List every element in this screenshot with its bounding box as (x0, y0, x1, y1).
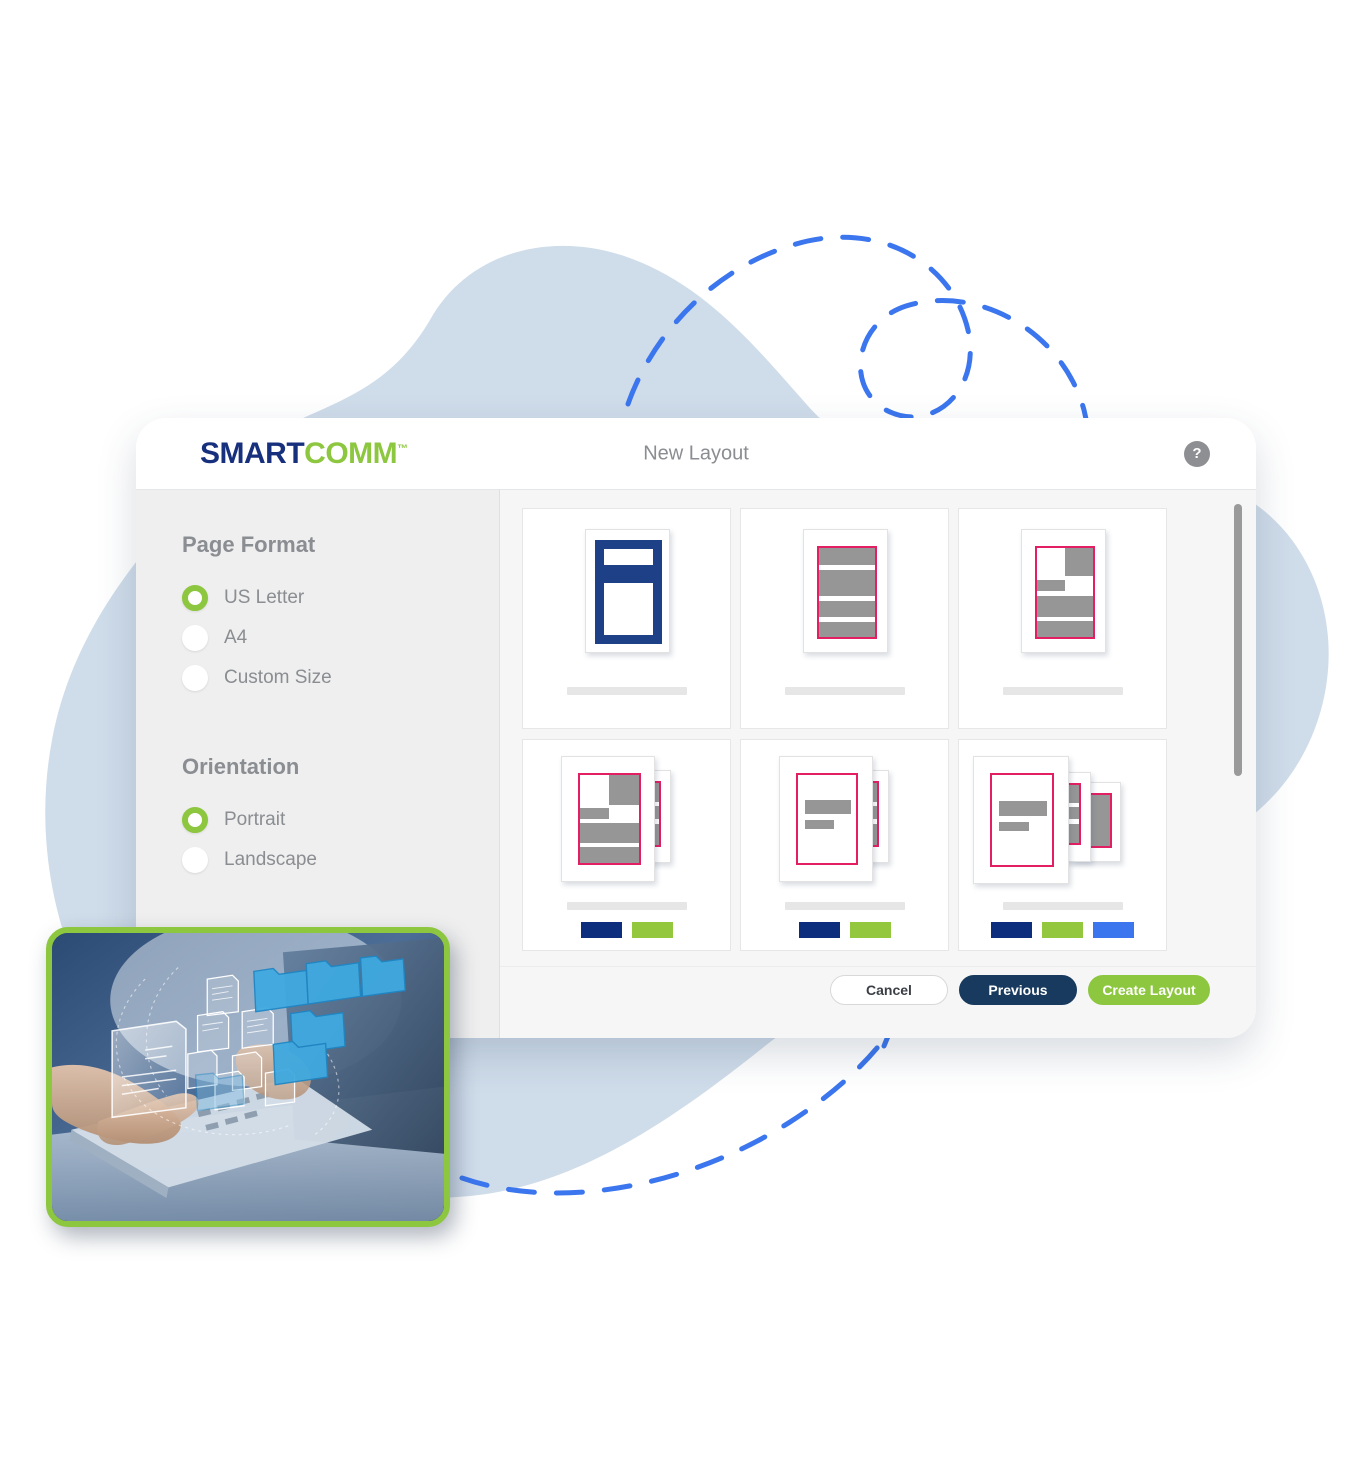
layout-gallery (500, 490, 1256, 1038)
layout-card[interactable] (522, 508, 731, 729)
gray-band (580, 847, 639, 863)
inset-photo (46, 927, 450, 1227)
radio-button-icon (182, 847, 208, 873)
cancel-button[interactable]: Cancel (830, 975, 948, 1005)
gray-header-bar (805, 800, 851, 814)
window-header: SMARTCOMM™ New Layout ? (136, 418, 1256, 490)
color-chip-green (849, 922, 891, 938)
radio-label-portrait: Portrait (224, 809, 286, 830)
radio-label-us-letter: US Letter (224, 587, 305, 608)
pink-content-region (1035, 546, 1095, 639)
layout-card[interactable] (740, 739, 949, 951)
navy-pane-top (595, 540, 662, 574)
color-chip-navy (798, 922, 840, 938)
radio-label-landscape: Landscape (224, 849, 317, 870)
gray-subheader-bar (999, 822, 1029, 831)
gray-block-top-right (609, 775, 639, 805)
page-title: New Layout (643, 442, 749, 464)
gray-header-bar (999, 801, 1047, 816)
gray-band (819, 548, 875, 565)
previous-button[interactable]: Previous (959, 975, 1077, 1005)
radio-button-icon (182, 807, 208, 833)
radio-option-landscape[interactable]: Landscape (182, 840, 499, 880)
card-title-placeholder (566, 687, 687, 695)
navy-pane-bottom (595, 574, 662, 644)
layout-thumbnail (959, 748, 1166, 898)
card-title-placeholder (1002, 902, 1123, 910)
radio-label-custom-size: Custom Size (224, 667, 332, 688)
page-sheet (585, 529, 670, 653)
color-chip-blue (1093, 922, 1134, 938)
gray-band (580, 823, 639, 843)
layout-thumbnail (959, 517, 1166, 667)
page-format-heading: Page Format (182, 532, 316, 557)
color-chip-row (523, 922, 730, 938)
layout-thumbnail (741, 748, 948, 898)
pink-content-region (578, 773, 641, 865)
layout-thumbnail (741, 517, 948, 667)
color-chip-row (741, 922, 948, 938)
pink-content-region (990, 773, 1054, 867)
radio-option-us-letter[interactable]: US Letter (182, 578, 499, 618)
color-chip-green (1042, 922, 1083, 938)
gray-block-partial (1037, 580, 1065, 591)
layout-card[interactable] (958, 739, 1167, 951)
orientation-group: Orientation Portrait Landscape (182, 754, 499, 880)
gray-band (819, 570, 875, 596)
radio-button-icon (182, 585, 208, 611)
radio-option-portrait[interactable]: Portrait (182, 800, 499, 840)
pink-content-region (796, 773, 858, 865)
color-chip-green (631, 922, 673, 938)
gallery-scrollbar[interactable] (1234, 504, 1242, 1004)
page-sheet-front (561, 756, 655, 882)
page-sheet (803, 529, 888, 653)
gray-band (819, 601, 875, 617)
page-sheet (1021, 529, 1106, 653)
layout-card-grid (522, 508, 1167, 951)
card-title-placeholder (1002, 687, 1123, 695)
layout-card[interactable] (522, 739, 731, 951)
gray-subheader-bar (805, 820, 834, 829)
page-sheet-front (973, 756, 1069, 884)
radio-button-icon (182, 665, 208, 691)
gray-block-partial (580, 808, 609, 819)
card-title-placeholder (566, 902, 687, 910)
create-layout-button[interactable]: Create Layout (1088, 975, 1210, 1005)
layout-thumbnail (523, 517, 730, 667)
window-footer: Cancel Previous Create Layout (500, 966, 1256, 1038)
radio-button-icon (182, 625, 208, 651)
color-chip-navy (580, 922, 622, 938)
radio-option-a4[interactable]: A4 (182, 618, 499, 658)
gray-block-top-right (1065, 548, 1093, 576)
layout-thumbnail (523, 748, 730, 898)
radio-option-custom-size[interactable]: Custom Size (182, 658, 499, 698)
help-icon[interactable]: ? (1184, 440, 1210, 467)
pink-content-region (817, 546, 877, 639)
radio-label-a4: A4 (224, 627, 248, 648)
gray-band (1037, 621, 1093, 637)
page-sheet-front (779, 756, 873, 882)
card-title-placeholder (784, 687, 905, 695)
color-chip-navy (991, 922, 1032, 938)
gray-band (1037, 596, 1093, 617)
layout-card[interactable] (958, 508, 1167, 729)
color-chip-row (959, 922, 1166, 938)
laptop-hologram-photo (52, 933, 444, 1221)
layout-card[interactable] (740, 508, 949, 729)
orientation-heading: Orientation (182, 754, 300, 779)
scrollbar-thumb[interactable] (1234, 504, 1242, 776)
footer-action-buttons: Cancel Previous Create Layout (830, 975, 1210, 1005)
gray-band (819, 622, 875, 637)
card-title-placeholder (784, 902, 905, 910)
page-format-group: Page Format US Letter A4 Custom Size (182, 532, 499, 698)
